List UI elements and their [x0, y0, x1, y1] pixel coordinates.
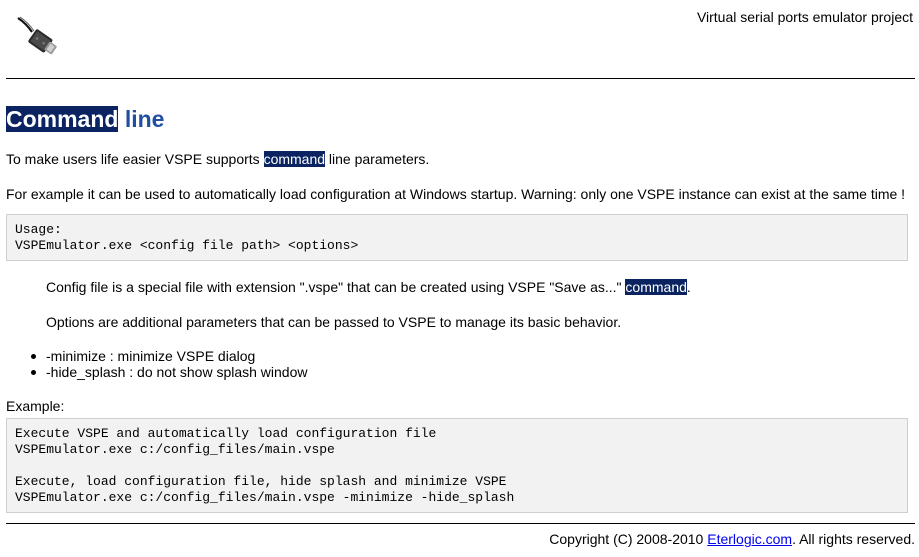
- copyright-text: Copyright (C) 2008-2010: [549, 531, 708, 547]
- options-note: Options are additional parameters that c…: [46, 314, 622, 330]
- footer-divider: [6, 523, 915, 524]
- page-footer: Copyright (C) 2008-2010 Eterlogic.com. A…: [549, 530, 915, 548]
- copyright-text-end: . All rights reserved.: [792, 531, 915, 547]
- search-highlight: command: [625, 279, 687, 295]
- search-highlight: command: [263, 151, 326, 167]
- config-note: Config file is a special file with exten…: [6, 278, 915, 296]
- page-header: Virtual serial ports emulator project: [0, 0, 919, 79]
- intro-paragraph: To make users life easier VSPE supports …: [6, 150, 915, 168]
- page-title: Command line: [6, 104, 915, 134]
- help-page: Virtual serial ports emulator project Co…: [0, 0, 919, 557]
- bullet-icon: [31, 354, 36, 359]
- search-highlight: Command: [6, 106, 119, 132]
- intro-text-end: line parameters.: [325, 151, 430, 167]
- eterlogic-link[interactable]: Eterlogic.com: [707, 531, 792, 547]
- options-list: -minimize : minimize VSPE dialog -hide_s…: [6, 348, 915, 380]
- example-paragraph: For example it can be used to automatica…: [6, 186, 906, 202]
- example-code-block: Execute VSPE and automatically load conf…: [6, 418, 908, 513]
- config-note-end: .: [686, 279, 691, 295]
- list-item: -hide_splash : do not show splash window: [6, 364, 915, 380]
- config-note-text: Config file is a special file with exten…: [46, 279, 626, 295]
- option-text: -hide_splash : do not show splash window: [46, 364, 308, 380]
- usage-code-block: Usage: VSPEmulator.exe <config file path…: [6, 214, 908, 261]
- example-label: Example:: [6, 398, 65, 414]
- serial-cable-icon: [16, 16, 60, 56]
- list-item: -minimize : minimize VSPE dialog: [6, 348, 915, 364]
- header-divider: [6, 78, 915, 79]
- page-title-rest: line: [118, 106, 165, 132]
- site-title: Virtual serial ports emulator project: [696, 9, 913, 25]
- bullet-icon: [31, 370, 36, 375]
- intro-text: To make users life easier VSPE supports: [6, 151, 264, 167]
- option-text: -minimize : minimize VSPE dialog: [46, 348, 256, 364]
- main-content: Command line To make users life easier V…: [6, 104, 915, 513]
